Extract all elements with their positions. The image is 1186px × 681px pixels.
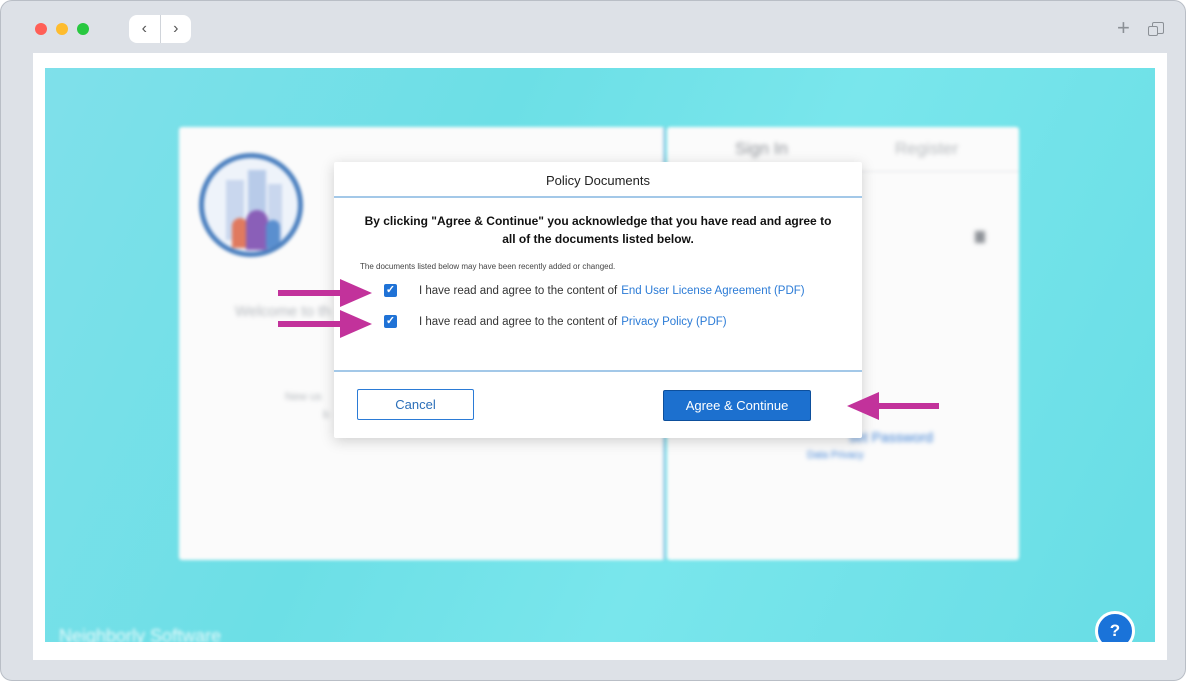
checkmark-icon: ✓ [385,315,396,327]
privacy-policy-link[interactable]: Privacy Policy (PDF) [621,316,726,328]
document-row-privacy: ✓ I have read and agree to the content o… [384,315,727,328]
modal-title: Policy Documents [334,162,862,198]
close-window-icon[interactable] [35,23,47,35]
eula-checkbox[interactable]: ✓ [384,284,397,297]
new-user-text-cont: b [323,409,330,421]
plus-icon[interactable]: + [1117,17,1130,39]
minimize-window-icon[interactable] [56,23,68,35]
brand-footer: Neighborly Software [59,626,222,642]
document-row-eula: ✓ I have read and agree to the content o… [384,284,805,297]
tab-sign-in[interactable]: Sign In [735,139,788,159]
policy-documents-modal: Policy Documents By clicking "Agree & Co… [334,162,862,438]
document-prefix: I have read and agree to the content of [419,284,618,297]
city-logo-icon [199,153,303,257]
tabs-icon[interactable] [1148,22,1164,36]
agree-continue-button[interactable]: Agree & Continue [663,390,811,421]
back-icon[interactable]: ‹ [129,15,160,43]
cancel-button[interactable]: Cancel [357,389,474,420]
tab-register[interactable]: Register [895,139,958,159]
arrow-annotation-icon [278,279,372,307]
clipboard-icon[interactable] [975,231,985,243]
forward-icon[interactable]: › [159,15,192,43]
data-privacy-link[interactable]: Data Privacy [807,450,864,461]
eula-link[interactable]: End User License Agreement (PDF) [621,285,804,297]
modal-notice: The documents listed below may have been… [360,262,616,271]
new-user-text: New us [285,391,322,403]
checkmark-icon: ✓ [385,284,396,296]
modal-heading: By clicking "Agree & Continue" you ackno… [364,214,832,246]
nav-buttons: ‹ › [129,15,191,43]
maximize-window-icon[interactable] [77,23,89,35]
privacy-checkbox[interactable]: ✓ [384,315,397,328]
document-prefix: I have read and agree to the content of [419,315,618,328]
arrow-annotation-icon [278,310,372,338]
help-icon[interactable]: ? [1095,611,1135,642]
arrow-annotation-icon [847,392,939,420]
modal-divider [334,370,862,372]
